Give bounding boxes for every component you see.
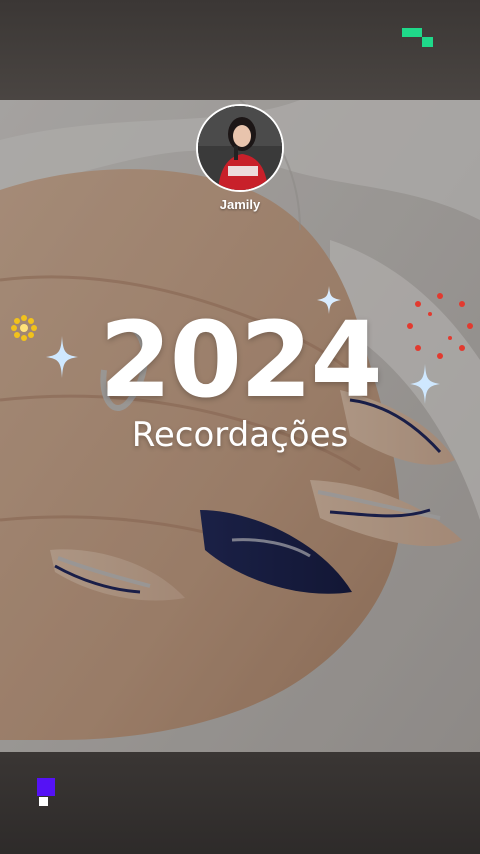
story-screen: Jamily 2024 Recordações <box>0 0 480 854</box>
avatar[interactable] <box>196 104 284 192</box>
app-badge-icon <box>37 778 57 808</box>
brand-logo-icon <box>402 28 434 48</box>
profile-block[interactable]: Jamily <box>196 104 284 212</box>
top-letterbox <box>0 0 480 100</box>
year-title: 2024 <box>99 299 382 421</box>
recap-subtitle: Recordações <box>131 415 349 455</box>
username-label: Jamily <box>219 197 261 212</box>
bottom-letterbox <box>0 752 480 854</box>
